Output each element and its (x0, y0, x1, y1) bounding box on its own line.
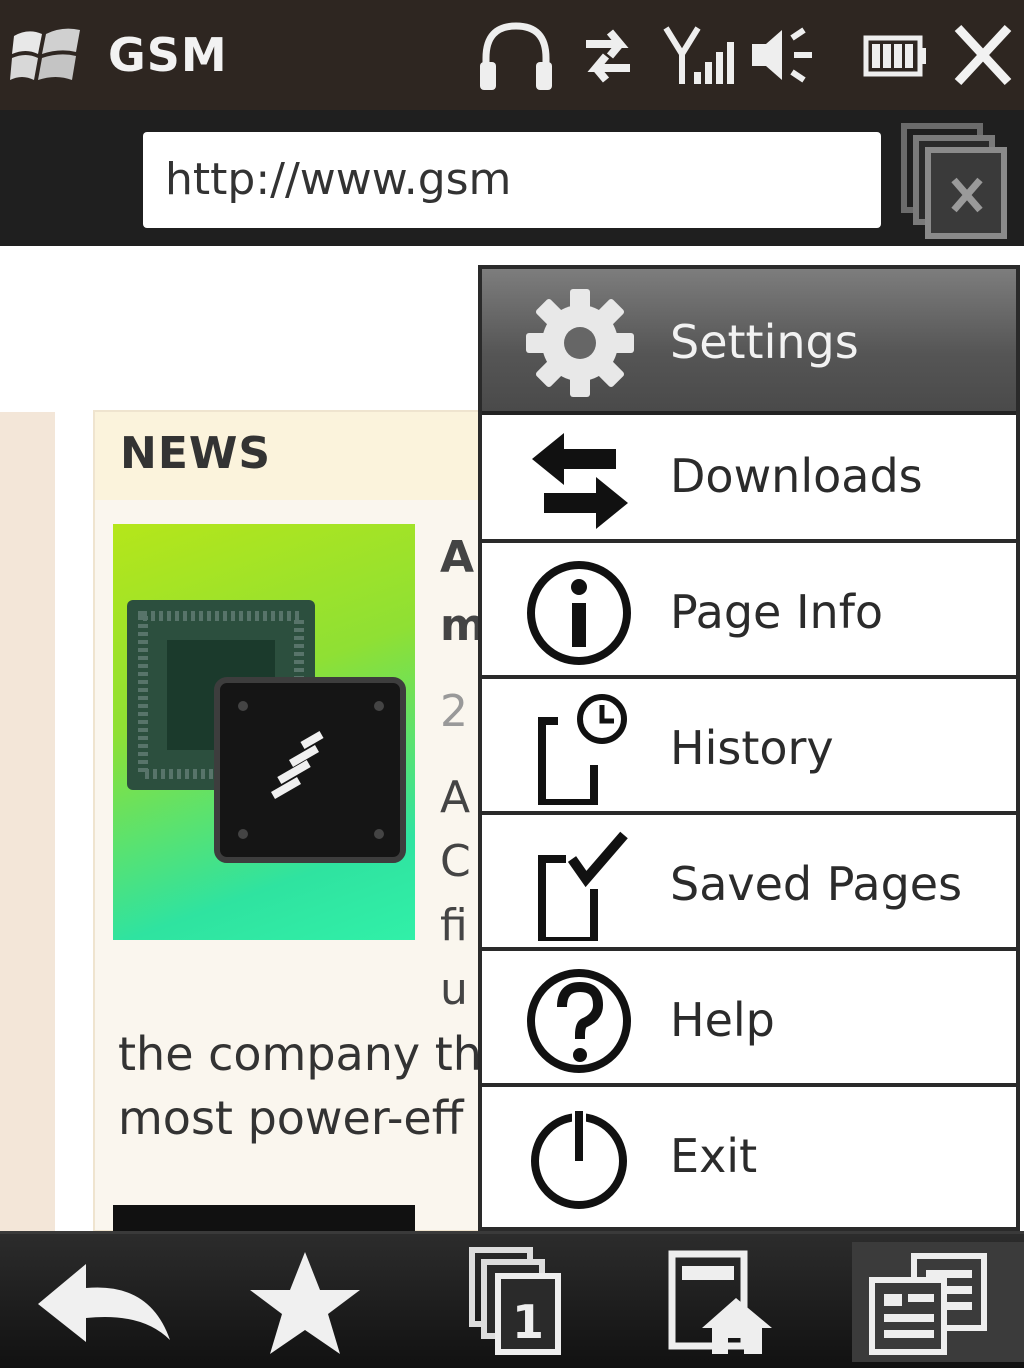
menu-icon (869, 1253, 987, 1355)
arrows-icon (532, 433, 628, 529)
home-page-icon[interactable] (660, 1242, 780, 1362)
bottom-toolbar: 1 (0, 1231, 1024, 1368)
saved-pages-icon (538, 831, 628, 941)
menu-item-saved-pages[interactable]: Saved Pages (482, 819, 1016, 951)
menu-item-exit[interactable]: Exit (482, 1091, 1016, 1223)
menu-item-history[interactable]: History (482, 683, 1016, 815)
menu-item-settings[interactable]: Settings (482, 269, 1016, 415)
article-line: the company th (118, 1027, 482, 1081)
body-fragment: A (440, 772, 471, 823)
favorites-star-icon[interactable] (240, 1242, 370, 1362)
menu-header-label: Settings (670, 315, 859, 369)
menu-button[interactable] (852, 1242, 1024, 1362)
windows-start-icon[interactable] (10, 22, 82, 88)
headline-fragment[interactable]: A (440, 532, 474, 583)
menu-item-downloads[interactable]: Downloads (482, 411, 1016, 543)
menu-item-label: Page Info (670, 585, 884, 639)
headphones-icon[interactable] (474, 18, 558, 92)
news-thumbnail-image[interactable] (113, 524, 415, 940)
menu-item-label: History (670, 721, 834, 775)
browser-menu: Settings Downloads Page Info History Sav… (478, 265, 1020, 1231)
battery-icon[interactable] (862, 18, 928, 92)
menu-item-label: Help (670, 993, 775, 1047)
app-title: GSM (108, 28, 228, 82)
power-icon (531, 1109, 627, 1209)
signal-strength-icon[interactable] (660, 18, 736, 92)
menu-item-help[interactable]: Help (482, 955, 1016, 1087)
back-icon[interactable] (30, 1242, 180, 1362)
data-transfer-icon[interactable] (580, 18, 636, 92)
tabs-close-icon[interactable] (900, 120, 1012, 240)
gear-icon (526, 289, 634, 397)
info-icon (527, 561, 631, 665)
chip-illustration (127, 600, 406, 863)
volume-icon[interactable] (748, 18, 818, 92)
left-sidebar-strip (0, 412, 55, 1232)
menu-item-label: Exit (670, 1129, 758, 1183)
menu-item-page-info[interactable]: Page Info (482, 547, 1016, 679)
history-icon (538, 694, 627, 805)
article-text: the company th most power-eff (118, 1022, 482, 1150)
help-icon (527, 969, 631, 1073)
url-field[interactable]: http://www.gsm (143, 132, 881, 228)
status-bar: GSM (0, 0, 1024, 110)
body-fragment: C (440, 836, 471, 887)
article-line: most power-eff (118, 1091, 464, 1145)
menu-item-label: Downloads (670, 449, 923, 503)
body-fragment: fi (440, 900, 468, 951)
news-heading: NEWS (120, 428, 272, 479)
close-icon[interactable] (950, 18, 1016, 92)
body-fragment: u (440, 964, 468, 1015)
date-fragment: 2 (440, 686, 468, 737)
tabs-icon[interactable]: 1 (462, 1242, 572, 1362)
tab-count: 1 (512, 1295, 544, 1349)
menu-item-label: Saved Pages (670, 857, 963, 911)
